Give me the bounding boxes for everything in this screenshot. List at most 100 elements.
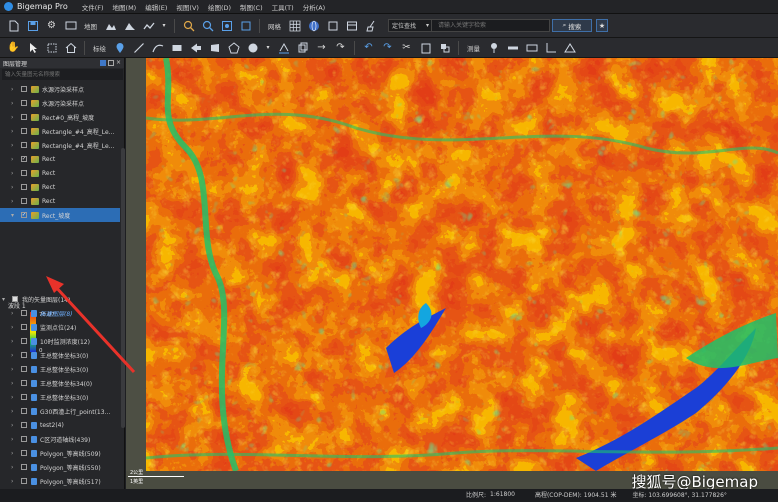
move-arrow-icon[interactable]: → (315, 41, 328, 54)
layer-checkbox[interactable] (21, 338, 27, 344)
collapse-chevron-icon[interactable]: › (11, 170, 17, 177)
layer-checkbox[interactable] (21, 100, 27, 106)
layer-icon[interactable] (326, 19, 339, 32)
raster-layer-row[interactable]: › Rect (0, 194, 120, 208)
rectangle-tool-icon[interactable] (170, 41, 183, 54)
pentagon-tool-icon[interactable] (227, 41, 240, 54)
clear-broom-icon[interactable] (364, 19, 377, 32)
point-marker-icon[interactable] (113, 41, 126, 54)
menu-analysis[interactable]: 分析(A) (303, 2, 326, 12)
cut-scissors-icon[interactable]: ✂ (400, 41, 413, 54)
measure-label[interactable]: 测量 (467, 43, 480, 53)
text-tool-icon[interactable] (277, 41, 290, 54)
collapse-chevron-icon[interactable]: ▾ (2, 296, 8, 303)
select-pointer-icon[interactable] (26, 41, 39, 54)
layer-checkbox[interactable] (21, 324, 27, 330)
angle-measure-icon[interactable] (544, 41, 557, 54)
location-select[interactable]: 定位查找 ▾ (388, 19, 432, 32)
dropdown-chevron-icon[interactable]: ▾ (265, 41, 271, 54)
collapse-chevron-icon[interactable]: › (11, 142, 17, 149)
collapse-chevron-icon[interactable]: › (11, 184, 17, 191)
collapse-chevron-icon[interactable]: › (11, 100, 17, 107)
copy-icon[interactable] (296, 41, 309, 54)
raster-layer-row[interactable]: › ✓ Rect (0, 152, 120, 166)
raster-layer-row[interactable]: › Rectangle_#4_高程_Le... (0, 124, 120, 138)
raster-layer-row[interactable]: › 水源污染采样点 (0, 96, 120, 110)
layer-checkbox[interactable] (21, 380, 27, 386)
layer-checkbox[interactable] (21, 464, 27, 470)
polygon-tool-icon[interactable] (208, 41, 221, 54)
vector-layer-row[interactable]: › 王总整体坐标3(0) (0, 390, 120, 404)
vector-layer-row[interactable]: › Polygon_等高线(550) (0, 460, 120, 474)
fit-view-icon[interactable] (239, 19, 252, 32)
collapse-chevron-icon[interactable]: › (11, 380, 17, 387)
raster-layer-row[interactable]: › Rect#0_高程_坡度 (0, 110, 120, 124)
layer-checkbox[interactable] (21, 170, 27, 176)
collapse-chevron-icon[interactable]: › (11, 198, 17, 205)
azimuth-icon[interactable] (563, 41, 576, 54)
mark-label[interactable]: 标绘 (93, 43, 106, 53)
layer-checkbox[interactable] (21, 408, 27, 414)
layer-checkbox[interactable]: ✓ (21, 212, 27, 218)
rotate-icon[interactable]: ↷ (334, 41, 347, 54)
dropdown-chevron-icon[interactable]: ▾ (161, 19, 167, 32)
layer-checkbox[interactable] (21, 86, 27, 92)
vector-layer-row[interactable]: › 王总整体坐标3(0) (0, 348, 120, 362)
edit-select-icon[interactable] (45, 41, 58, 54)
vector-layer-row[interactable]: › C区河道轴线(439) (0, 432, 120, 446)
layer-checkbox[interactable] (21, 422, 27, 428)
layer-checkbox[interactable] (21, 478, 27, 484)
map-source-icon[interactable] (142, 19, 155, 32)
search-input[interactable] (432, 19, 550, 32)
layer-checkbox[interactable] (21, 436, 27, 442)
globe-icon[interactable] (307, 19, 320, 32)
raster-layer-row[interactable]: › Rect (0, 166, 120, 180)
layer-checkbox[interactable] (21, 114, 27, 120)
pan-hand-icon[interactable]: ✋ (7, 41, 20, 54)
float-icon[interactable] (108, 60, 114, 66)
settings-gear-icon[interactable]: ⚙ (45, 19, 58, 32)
collapse-chevron-icon[interactable]: › (11, 86, 17, 93)
layer-checkbox[interactable]: ✓ (21, 156, 27, 162)
new-file-icon[interactable] (7, 19, 20, 32)
vector-layer-row[interactable]: › 新建图层(8) (0, 306, 120, 320)
favorite-star-icon[interactable]: ★ (596, 19, 608, 32)
vector-layer-row[interactable]: › 王总整体坐标34(0) (0, 376, 120, 390)
raster-layer-row[interactable]: › 水源污染采样点 (0, 82, 120, 96)
collapse-chevron-icon[interactable]: › (11, 310, 17, 317)
display-icon[interactable] (64, 19, 77, 32)
layer-checkbox[interactable] (21, 394, 27, 400)
layer-checkbox[interactable] (21, 142, 27, 148)
raster-layer-row[interactable]: ▾ ✓ Rect_坡度 (0, 208, 120, 222)
home-icon[interactable] (64, 41, 77, 54)
collapse-chevron-icon[interactable]: › (11, 422, 17, 429)
merge-icon[interactable] (438, 41, 451, 54)
menu-edit[interactable]: 编辑(E) (145, 2, 167, 12)
scale-value[interactable]: 1:61800 (490, 491, 515, 498)
vector-layer-row[interactable]: › Polygon_等高线(517) (0, 474, 120, 488)
menu-view[interactable]: 视图(V) (176, 2, 199, 12)
collapse-chevron-icon[interactable]: › (11, 436, 17, 443)
raster-layer-row[interactable]: › Rect (0, 180, 120, 194)
redo-icon[interactable]: ↷ (381, 41, 394, 54)
layer-checkbox[interactable] (21, 128, 27, 134)
layer-checkbox[interactable] (21, 310, 27, 316)
collapse-chevron-icon[interactable]: › (11, 156, 17, 163)
layer-checkbox[interactable] (21, 366, 27, 372)
download-map-icon[interactable] (104, 19, 117, 32)
search-button[interactable]: ⌕ 搜索 (552, 19, 592, 32)
pin-icon[interactable] (100, 60, 106, 66)
collapse-chevron-icon[interactable]: › (11, 114, 17, 121)
paste-icon[interactable] (419, 41, 432, 54)
collapse-chevron-icon[interactable]: › (11, 394, 17, 401)
collapse-chevron-icon[interactable]: › (11, 338, 17, 345)
vector-layer-row[interactable]: › Polygon_等高线(509) (0, 446, 120, 460)
grid-label[interactable]: 网格 (268, 21, 281, 31)
vector-layer-row[interactable]: › 王总整体坐标3(0) (0, 362, 120, 376)
zoom-in-icon[interactable] (182, 19, 195, 32)
layer-checkbox[interactable] (21, 198, 27, 204)
arrow-shape-icon[interactable] (189, 41, 202, 54)
panel-scrollbar[interactable] (121, 148, 125, 428)
vector-layer-row[interactable]: › 10时监测浓度(12) (0, 334, 120, 348)
circle-tool-icon[interactable] (246, 41, 259, 54)
